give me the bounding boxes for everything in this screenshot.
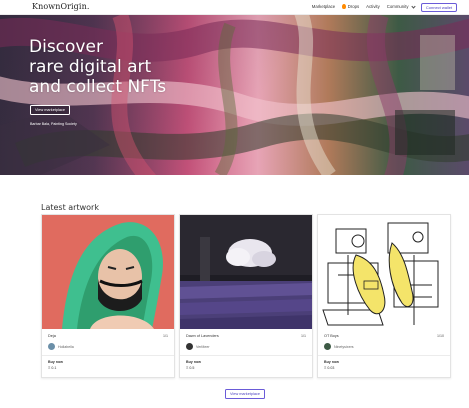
hero-credit[interactable]: Barbar Bala, Painting Society	[30, 122, 77, 126]
divider	[42, 355, 174, 356]
artist[interactable]: VerMeer	[186, 343, 210, 350]
logo[interactable]: KnownOrigin.	[32, 2, 89, 11]
price: Ξ 0.1	[48, 366, 57, 370]
hero-banner: Discover rare digital art and collect NF…	[0, 15, 469, 175]
artist[interactable]: Ninetysixers	[324, 343, 354, 350]
artist[interactable]: Hollabella	[48, 343, 74, 350]
artist-name: Hollabella	[58, 344, 74, 349]
artwork-image[interactable]	[180, 215, 312, 329]
hero-title: Discover rare digital art and collect NF…	[29, 37, 166, 97]
view-marketplace-button[interactable]: View marketplace	[225, 389, 265, 399]
artist-name: VerMeer	[196, 344, 210, 349]
price: Ξ 0.03	[324, 366, 335, 370]
section-title: Latest artwork	[41, 203, 99, 212]
edition-count: 1/1	[301, 334, 306, 338]
hero-title-line: Discover	[29, 37, 103, 57]
avatar	[186, 343, 193, 350]
price: Ξ 0.5	[186, 366, 195, 370]
artwork-title[interactable]: Deja	[48, 334, 56, 338]
avatar	[324, 343, 331, 350]
nav-drops-label: Drops	[347, 4, 360, 9]
divider	[318, 355, 450, 356]
connect-wallet-button[interactable]: Connect wallet	[421, 3, 457, 12]
chevron-down-icon	[411, 3, 416, 9]
nav-links: Marketplace Drops Activity Community	[312, 3, 416, 9]
artwork-image[interactable]	[318, 215, 450, 329]
artwork-card[interactable]: Deja 1/1 Hollabella Buy now Ξ 0.1	[41, 214, 175, 378]
top-nav: KnownOrigin. Marketplace Drops Activity …	[0, 0, 469, 15]
edition-count: 1/1	[163, 334, 168, 338]
buy-now-label: Buy now	[324, 360, 339, 364]
nav-marketplace[interactable]: Marketplace	[312, 4, 335, 9]
divider	[180, 355, 312, 356]
artwork-card[interactable]: Dawn of Lavenders 1/1 VerMeer Buy now Ξ …	[179, 214, 313, 378]
nav-activity[interactable]: Activity	[366, 4, 380, 9]
edition-count: 1/10	[437, 334, 444, 338]
nav-drops[interactable]: Drops	[342, 4, 359, 9]
flame-icon	[342, 4, 347, 9]
artwork-card[interactable]: OT Boys 1/10 Ninetysixers Buy now Ξ 0.03	[317, 214, 451, 378]
artwork-title[interactable]: Dawn of Lavenders	[186, 334, 219, 338]
hero-title-line: rare digital art	[29, 57, 152, 77]
buy-now-label: Buy now	[48, 360, 63, 364]
avatar	[48, 343, 55, 350]
artist-name: Ninetysixers	[334, 344, 354, 349]
artwork-image[interactable]	[42, 215, 174, 329]
hero-title-line: and collect NFTs	[29, 77, 167, 97]
buy-now-label: Buy now	[186, 360, 201, 364]
nav-community[interactable]: Community	[386, 3, 416, 9]
artwork-title[interactable]: OT Boys	[324, 334, 339, 338]
nav-community-label: Community	[386, 4, 409, 9]
view-marketplace-button[interactable]: View marketplace	[30, 105, 70, 115]
